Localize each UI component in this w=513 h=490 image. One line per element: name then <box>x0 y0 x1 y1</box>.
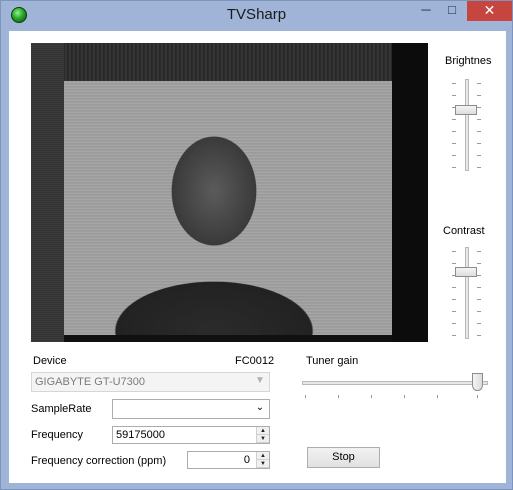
spin-up-icon[interactable]: ▲ <box>257 427 269 435</box>
tick <box>477 311 481 312</box>
contrast-track <box>465 247 469 339</box>
tick <box>404 395 405 398</box>
tvsharp-window: TVSharp ─ □ ✕ Brightnes Contrast Device … <box>0 0 513 490</box>
video-display <box>31 43 428 342</box>
brightness-slider[interactable] <box>452 79 482 171</box>
tick <box>477 95 481 96</box>
tick <box>477 335 481 336</box>
contrast-slider[interactable] <box>452 247 482 339</box>
title-bar[interactable]: TVSharp ─ □ ✕ <box>1 1 512 30</box>
tick <box>477 287 481 288</box>
tick <box>452 131 456 132</box>
tick <box>477 107 481 108</box>
tick <box>477 167 481 168</box>
frequency-input[interactable]: 59175000 ▲ ▼ <box>112 426 270 444</box>
tuner-gain-thumb[interactable] <box>472 373 483 391</box>
spin-down-icon[interactable]: ▼ <box>257 460 269 468</box>
tick <box>477 263 481 264</box>
tick <box>477 119 481 120</box>
tick <box>452 83 456 84</box>
tick <box>452 95 456 96</box>
tick <box>452 119 456 120</box>
tick <box>452 263 456 264</box>
tick <box>477 131 481 132</box>
chevron-down-icon: ⌄ <box>255 402 265 413</box>
close-button[interactable]: ✕ <box>467 1 512 21</box>
video-noise-top <box>64 43 392 81</box>
brightness-label: Brightnes <box>445 55 492 67</box>
tick <box>477 275 481 276</box>
main-panel: Brightnes Contrast Device FC0012 GIGABYT… <box>9 31 506 483</box>
frequency-spinner[interactable]: ▲ ▼ <box>256 427 269 443</box>
tick <box>452 323 456 324</box>
tick <box>305 395 306 398</box>
contrast-thumb[interactable] <box>455 267 477 277</box>
chevron-down-icon: ▼ <box>255 375 265 386</box>
tick <box>452 299 456 300</box>
tick <box>452 335 456 336</box>
stop-button[interactable]: Stop <box>307 447 380 468</box>
tick <box>437 395 438 398</box>
tick <box>452 155 456 156</box>
frequency-correction-spinner[interactable]: ▲ ▼ <box>256 452 269 468</box>
tick <box>452 167 456 168</box>
video-black-bar <box>392 43 428 342</box>
frequency-label: Frequency <box>31 429 83 441</box>
spin-down-icon[interactable]: ▼ <box>257 435 269 443</box>
tick <box>452 251 456 252</box>
frequency-correction-value: 0 <box>243 454 250 466</box>
frequency-value: 59175000 <box>116 429 165 441</box>
tick <box>452 143 456 144</box>
tick <box>477 251 481 252</box>
sample-rate-select[interactable]: ⌄ <box>112 399 270 419</box>
device-select[interactable]: GIGABYTE GT-U7300 ▼ <box>31 372 270 392</box>
tick <box>477 299 481 300</box>
tuner-gain-track[interactable] <box>302 381 488 385</box>
brightness-track <box>465 79 469 171</box>
tick <box>371 395 372 398</box>
maximize-button[interactable]: □ <box>439 1 465 21</box>
contrast-label: Contrast <box>443 225 485 237</box>
tick <box>452 311 456 312</box>
video-frame <box>64 81 392 335</box>
tick <box>477 143 481 144</box>
device-select-value: GIGABYTE GT-U7300 <box>35 376 146 388</box>
device-label: Device <box>33 355 67 367</box>
brightness-thumb[interactable] <box>455 105 477 115</box>
tick <box>452 287 456 288</box>
minimize-button[interactable]: ─ <box>413 1 439 21</box>
device-chip-label: FC0012 <box>235 355 275 367</box>
spin-up-icon[interactable]: ▲ <box>257 452 269 460</box>
video-noise-left <box>31 43 64 342</box>
tick <box>477 395 478 398</box>
sample-rate-label: SampleRate <box>31 403 92 415</box>
frequency-correction-label: Frequency correction (ppm) <box>31 455 167 467</box>
tuner-gain-label: Tuner gain <box>306 355 359 367</box>
tick <box>477 83 481 84</box>
tick <box>477 323 481 324</box>
frequency-correction-input[interactable]: 0 ▲ ▼ <box>187 451 270 469</box>
tick <box>338 395 339 398</box>
tick <box>477 155 481 156</box>
